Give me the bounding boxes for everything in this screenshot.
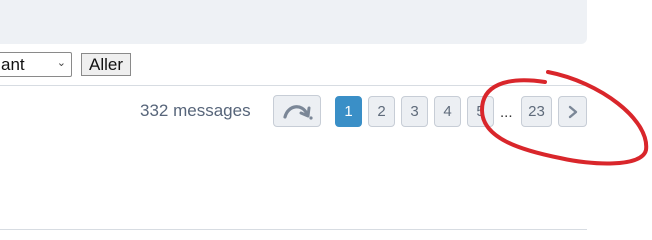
jump-to-page-icon: [283, 105, 313, 120]
next-page-button[interactable]: [558, 96, 587, 127]
go-button[interactable]: Aller: [81, 53, 131, 76]
sort-select[interactable]: ant ⌄: [0, 52, 72, 77]
page-button-last[interactable]: 23: [521, 96, 552, 127]
sort-select-value: ant: [1, 54, 25, 74]
message-count: 332 messages: [140, 101, 251, 120]
top-panel: [0, 0, 587, 44]
page-button-2[interactable]: 2: [368, 96, 395, 127]
divider: [0, 85, 587, 86]
jump-to-page-button[interactable]: [273, 95, 321, 127]
page-button-1[interactable]: 1: [335, 96, 362, 127]
chevron-right-icon: [568, 105, 577, 118]
page-button-5[interactable]: 5: [467, 96, 494, 127]
page-button-3[interactable]: 3: [401, 96, 428, 127]
page-button-4[interactable]: 4: [434, 96, 461, 127]
divider-bottom: [0, 229, 587, 230]
pagination-ellipsis: ...: [500, 104, 513, 121]
chevron-down-icon: ⌄: [56, 57, 66, 69]
